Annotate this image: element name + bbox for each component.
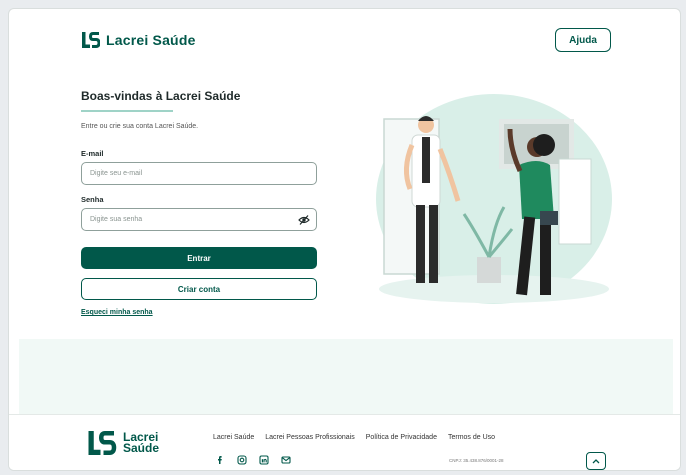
footer-logo[interactable]: Lacrei Saúde: [87, 431, 159, 455]
page-frame: Lacrei Saúde Ajuda Boas-vindas à Lacrei …: [8, 8, 681, 471]
linkedin-icon[interactable]: [259, 455, 269, 465]
footer-link-lacrei-saude[interactable]: Lacrei Saúde: [213, 434, 254, 441]
doctor-patient-illustration: [376, 94, 612, 304]
page-title: Boas-vindas à Lacrei Saúde: [81, 89, 241, 103]
email-field[interactable]: Digite seu e-mail: [81, 162, 317, 185]
create-account-button[interactable]: Criar conta: [81, 278, 317, 300]
footer-link-profissionais[interactable]: Lacrei Pessoas Profissionais: [265, 434, 355, 441]
background-tint: [19, 339, 673, 419]
email-label: E-mail: [81, 149, 104, 158]
lacrei-logo-icon: [88, 431, 117, 455]
footer-brand-name: Lacrei Saúde: [123, 430, 160, 455]
page-subtitle: Entre ou crie sua conta Lacrei Saúde.: [81, 123, 199, 130]
hide-password-icon[interactable]: [298, 214, 310, 226]
forgot-password-link[interactable]: Esqueci minha senha: [81, 309, 153, 316]
password-field[interactable]: Digite sua senha: [81, 208, 317, 231]
cnpj-text: CNPJ: 35.438.876/0001-28: [449, 458, 504, 463]
email-icon[interactable]: [281, 455, 291, 465]
facebook-icon[interactable]: [215, 455, 225, 465]
footer-link-termos[interactable]: Termos de Uso: [448, 434, 495, 441]
brand-name: Lacrei Saúde: [106, 32, 196, 48]
help-button[interactable]: Ajuda: [555, 28, 611, 52]
chevron-up-icon: [592, 459, 600, 464]
password-label: Senha: [81, 195, 104, 204]
lacrei-logo-icon: [82, 32, 100, 48]
password-placeholder: Digite sua senha: [90, 216, 143, 223]
title-underline: [81, 110, 173, 112]
login-button[interactable]: Entrar: [81, 247, 317, 269]
brand-logo[interactable]: Lacrei Saúde: [82, 32, 196, 48]
footer-link-privacidade[interactable]: Política de Privacidade: [366, 434, 437, 441]
social-links: [215, 455, 291, 465]
back-to-top-button[interactable]: [586, 452, 606, 470]
footer-links: Lacrei Saúde Lacrei Pessoas Profissionai…: [213, 434, 495, 441]
instagram-icon[interactable]: [237, 455, 247, 465]
